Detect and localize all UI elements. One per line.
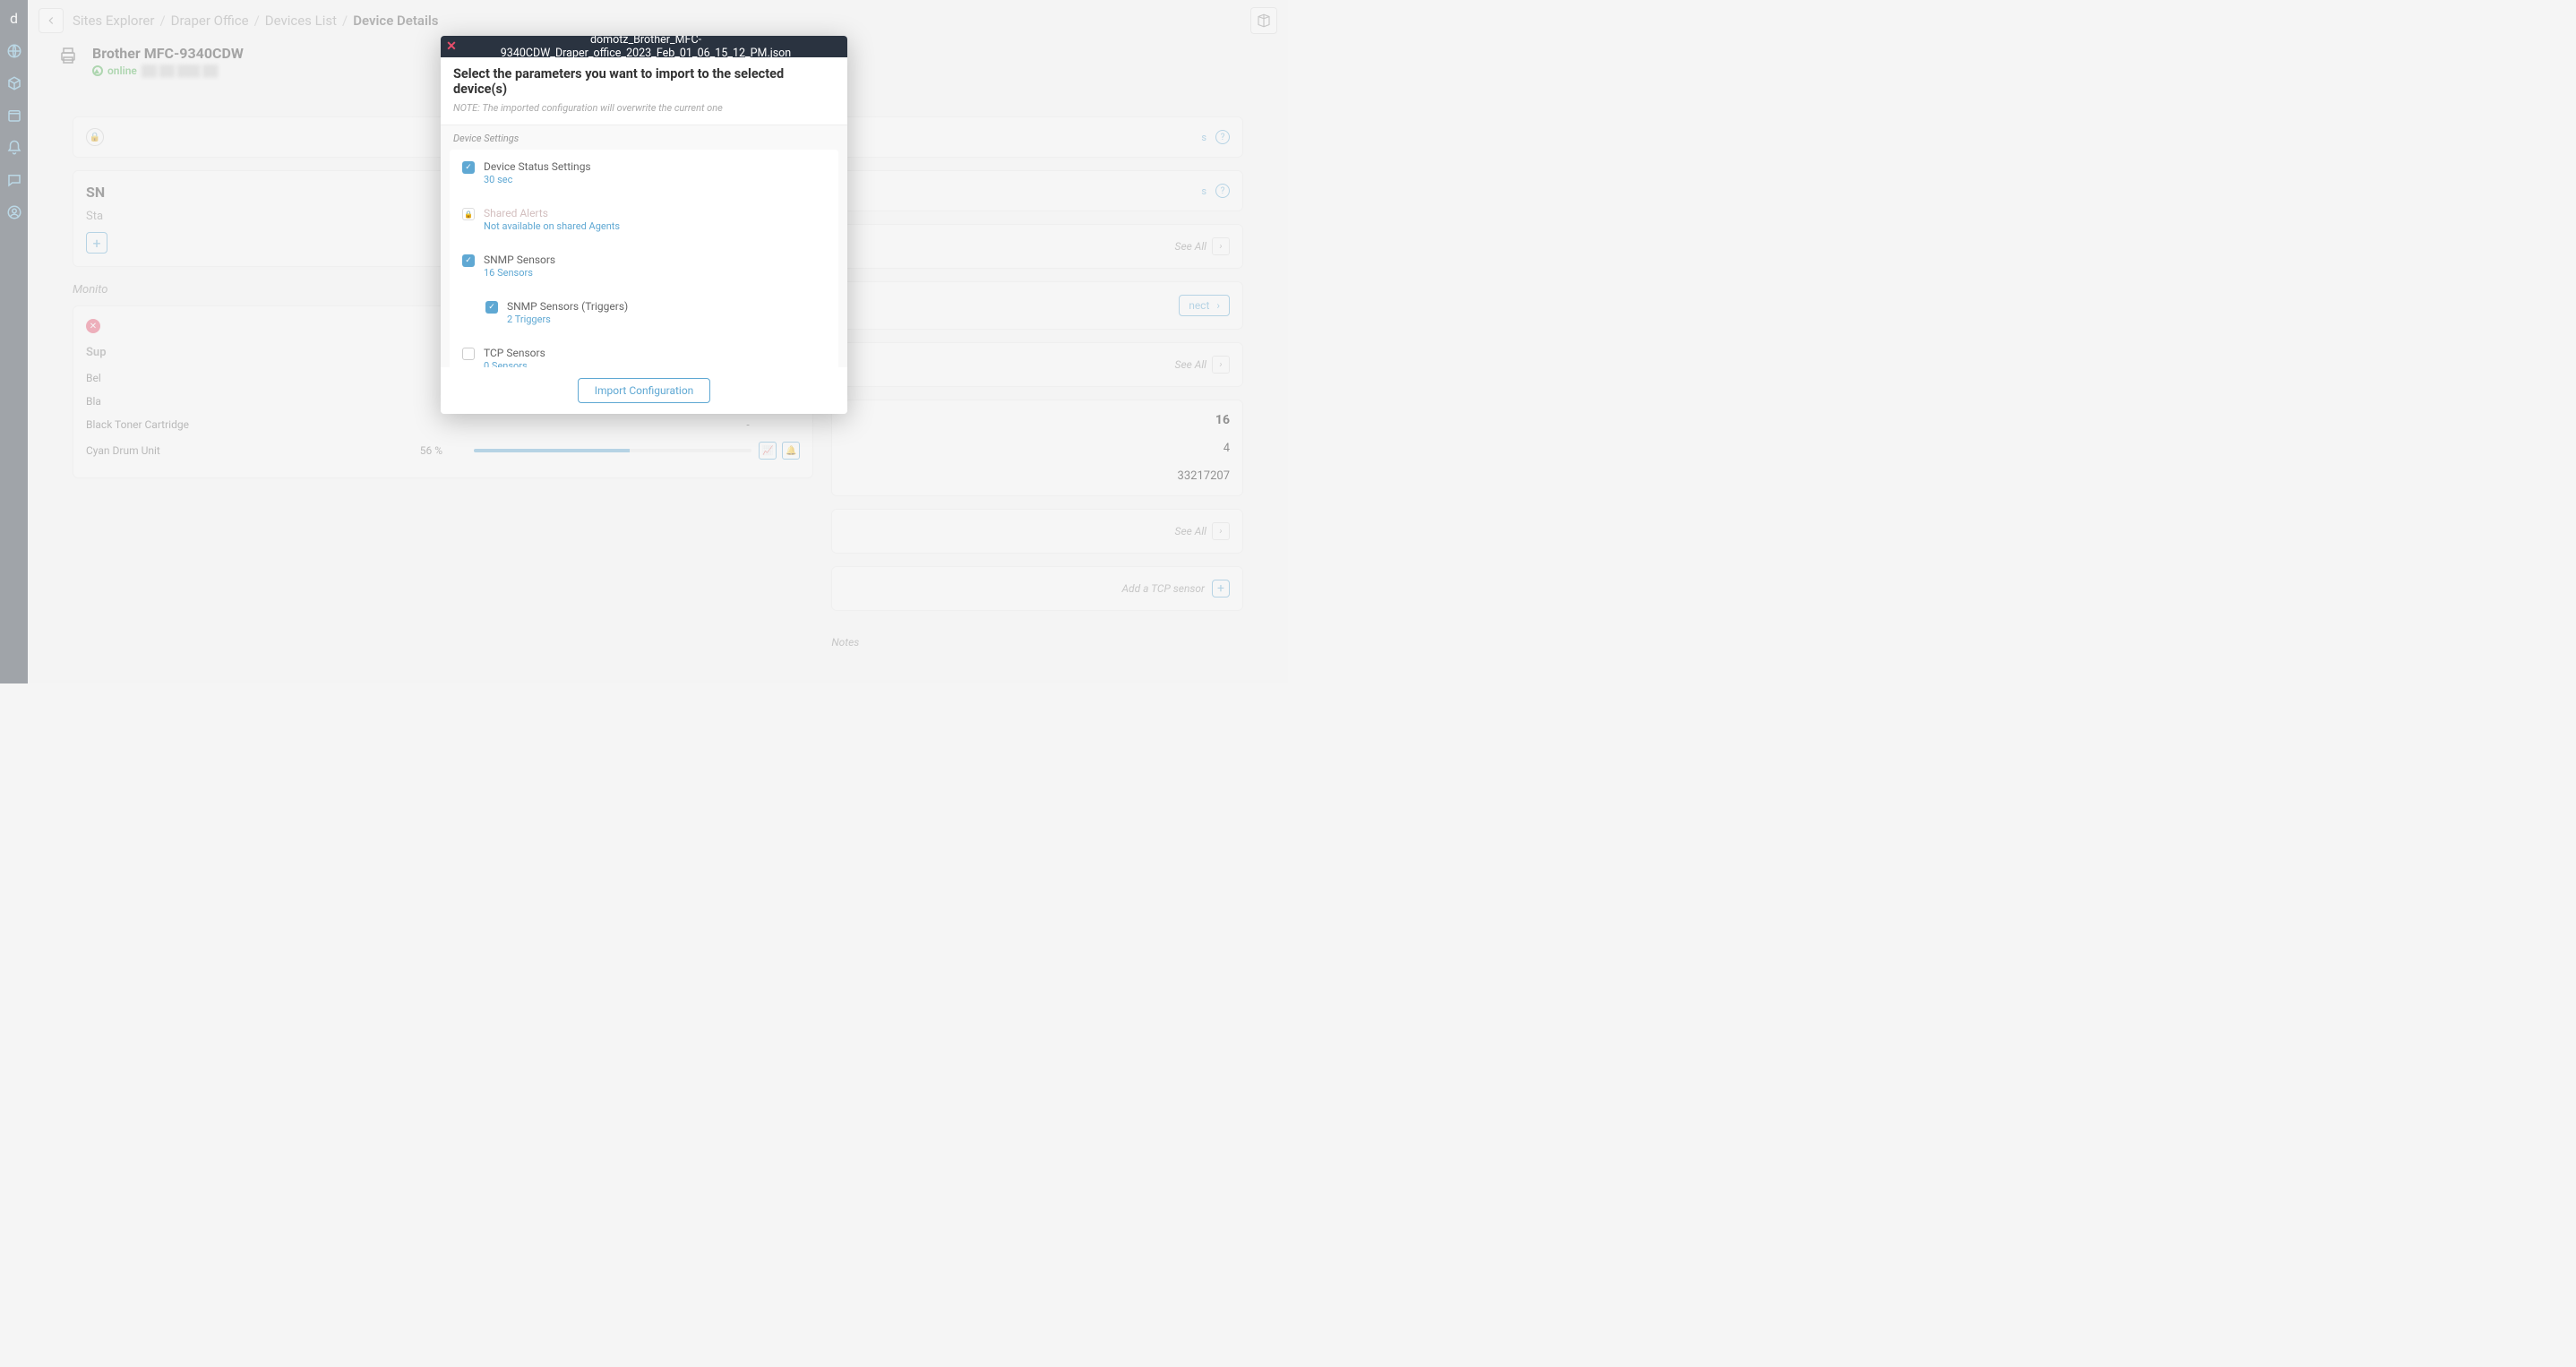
param-detail: 16 Sensors <box>484 267 555 279</box>
checkbox[interactable]: ✓ <box>462 161 475 174</box>
modal-footer: Import Configuration <box>441 367 847 414</box>
checkbox[interactable] <box>462 348 475 360</box>
import-configuration-button[interactable]: Import Configuration <box>578 378 711 403</box>
param-name: SNMP Sensors <box>484 254 555 266</box>
lock-icon: 🔒 <box>462 208 475 220</box>
param-detail: 2 Triggers <box>507 314 628 325</box>
param-item-shared-alerts: 🔒 Shared Alerts Not available on shared … <box>450 196 838 243</box>
modal-subheader: Select the parameters you want to import… <box>441 57 847 125</box>
param-name: Device Status Settings <box>484 160 591 173</box>
param-detail: 0 Sensors <box>484 360 545 367</box>
close-button[interactable]: ✕ <box>441 36 462 57</box>
param-name: Shared Alerts <box>484 207 620 219</box>
checkbox[interactable]: ✓ <box>485 301 498 314</box>
param-item-snmp-sensors[interactable]: ✓ SNMP Sensors 16 Sensors <box>450 243 838 289</box>
modal-filename: domotz_Brother_MFC-9340CDW_Draper_office… <box>462 36 847 60</box>
param-detail: 30 sec <box>484 174 591 185</box>
param-list: ✓ Device Status Settings 30 sec 🔒 Shared… <box>450 150 838 367</box>
modal-body[interactable]: Device Settings ✓ Device Status Settings… <box>441 125 847 367</box>
modal-heading: Select the parameters you want to import… <box>453 66 835 97</box>
param-name: TCP Sensors <box>484 347 545 359</box>
param-detail: Not available on shared Agents <box>484 220 620 232</box>
modal-note: NOTE: The imported configuration will ov… <box>453 102 835 114</box>
param-item-tcp-sensors[interactable]: TCP Sensors 0 Sensors <box>450 336 838 367</box>
param-name: SNMP Sensors (Triggers) <box>507 300 628 313</box>
section-label: Device Settings <box>450 133 838 144</box>
param-item-snmp-triggers[interactable]: ✓ SNMP Sensors (Triggers) 2 Triggers <box>450 289 838 336</box>
param-item-device-status[interactable]: ✓ Device Status Settings 30 sec <box>450 150 838 196</box>
modal-header: ✕ domotz_Brother_MFC-9340CDW_Draper_offi… <box>441 36 847 57</box>
checkbox[interactable]: ✓ <box>462 254 475 267</box>
import-config-modal: ✕ domotz_Brother_MFC-9340CDW_Draper_offi… <box>441 36 847 414</box>
